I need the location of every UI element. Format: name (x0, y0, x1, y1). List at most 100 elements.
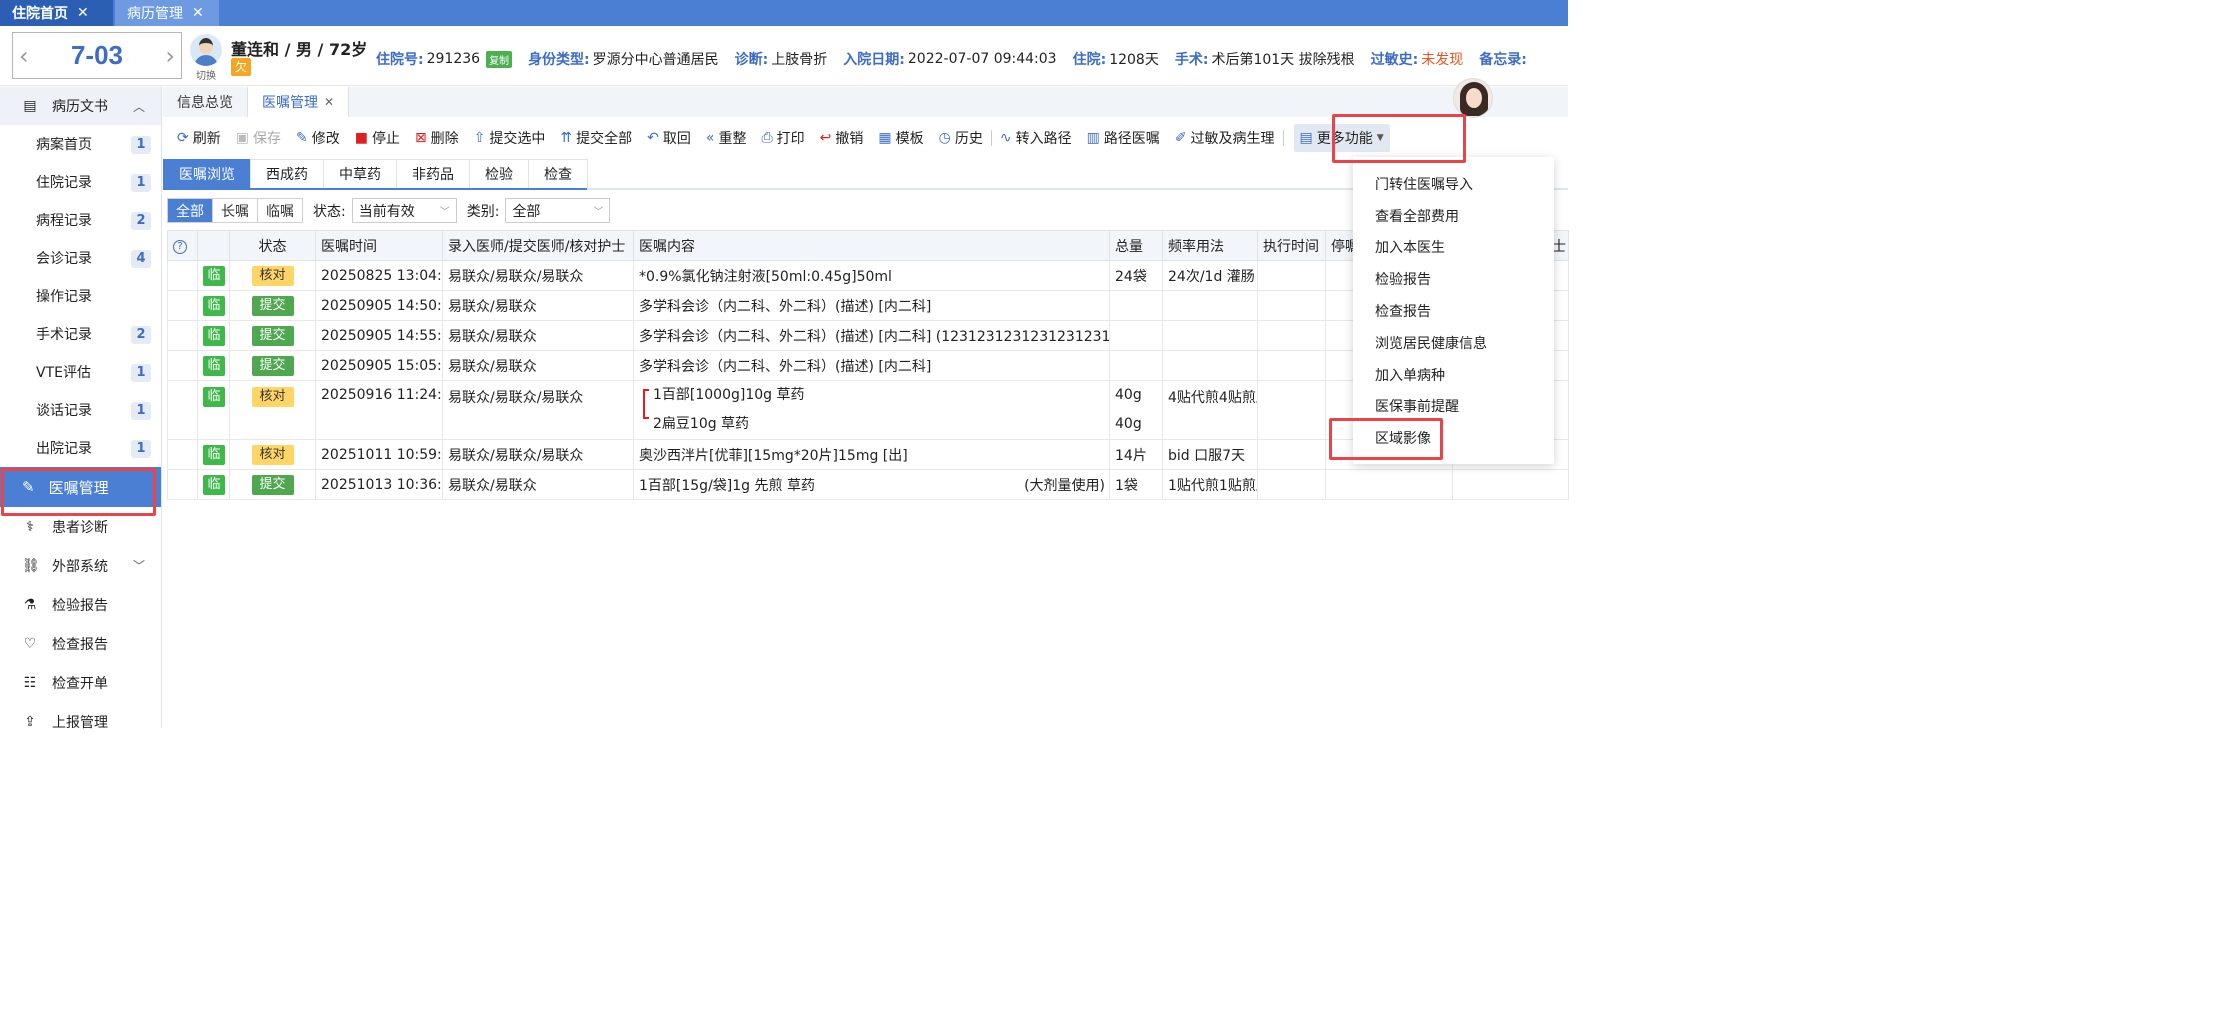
tab-orders[interactable]: 医嘱管理 ✕ (248, 87, 350, 117)
button-label: 转入路径 (1015, 131, 1072, 147)
tab-exam[interactable]: 检查 (528, 159, 588, 188)
chevron-left-icon[interactable]: ‹ (19, 42, 29, 70)
sidebar-item[interactable]: 病程记录 2 (0, 201, 161, 239)
submit-selected-button[interactable]: ⇧ 提交选中 (474, 128, 546, 148)
help-icon[interactable]: ? (173, 240, 187, 254)
column-header[interactable]: 录入医师/提交医师/核对护士 (442, 230, 634, 261)
scope-temporary[interactable]: 临嘱 (258, 199, 302, 222)
count-badge: 1 (131, 174, 151, 192)
delete-button[interactable]: ⊠ 删除 (415, 128, 459, 148)
sidebar-item-lab[interactable]: ⚗ 检验报告 (0, 585, 161, 624)
menu-item-health-info[interactable]: 浏览居民健康信息 (1353, 327, 1554, 359)
menu-item-view-all-fees[interactable]: 查看全部费用 (1353, 200, 1554, 232)
sidebar-item[interactable]: 出院记录 1 (0, 429, 161, 467)
menu-item-single-disease[interactable]: 加入单病种 (1353, 359, 1554, 391)
close-icon[interactable]: ✕ (77, 5, 89, 21)
stop-button[interactable]: ■ 停止 (355, 128, 400, 148)
sidebar-item[interactable]: 操作记录 (0, 277, 161, 315)
history-button[interactable]: ◷ 历史 (939, 128, 983, 148)
sidebar-group-label: 病历文书 (52, 99, 108, 115)
menu-item-regional-imaging[interactable]: 区域影像 (1353, 422, 1554, 454)
list-icon: ☷ (23, 674, 37, 691)
more-functions-button[interactable]: ▤ 更多功能 ▼ (1293, 124, 1390, 152)
submit-all-button[interactable]: ⇈ 提交全部 (560, 128, 632, 148)
sidebar-item-exam-order[interactable]: ☷ 检查开单 (0, 663, 161, 702)
status-select[interactable]: 当前有效 ﹀ (351, 198, 457, 223)
retract-button[interactable]: ↶ 取回 (647, 128, 691, 148)
tab-non-drug[interactable]: 非药品 (396, 159, 470, 188)
top-tab-records[interactable]: 病历管理 ✕ (115, 0, 219, 26)
sidebar-item-report[interactable]: ⇪ 上报管理 (0, 702, 161, 741)
column-header[interactable]: 总量 (1109, 230, 1163, 261)
herbal-line: 1百部[1000g]10g 草药 (653, 387, 805, 403)
help-header[interactable]: ? (167, 230, 198, 261)
sidebar-item-external[interactable]: ⛓ 外部系统 ﹀ (0, 546, 161, 585)
pulse-icon: ∿ (999, 130, 1012, 146)
menu-item-insurance-reminder[interactable]: 医保事前提醒 (1353, 391, 1554, 423)
patient-avatar[interactable] (190, 34, 222, 66)
sidebar-item-exam[interactable]: ♡ 检查报告 (0, 624, 161, 663)
count-badge: 1 (131, 364, 151, 382)
column-header[interactable]: 医嘱时间 (315, 230, 443, 261)
column-header (197, 230, 230, 261)
sidebar-item[interactable]: 住院记录 1 (0, 163, 161, 201)
patient-info-line: 住院号: 291236 复制 身份类型: 罗源分中心普通居民 诊断: 上肢骨折 … (376, 49, 1527, 69)
chevron-down-icon: ﹀ (132, 559, 145, 573)
tab-overview[interactable]: 信息总览 (163, 87, 248, 117)
tab-western-medicine[interactable]: 西成药 (250, 159, 324, 188)
regroup-button[interactable]: «重整 (706, 128, 747, 148)
switch-patient-link[interactable]: 切换 (196, 67, 216, 82)
allergy-pathology-button[interactable]: ✐ 过敏及病生理 (1175, 128, 1275, 148)
status-badge: 核对 (251, 387, 294, 407)
memo-label[interactable]: 备忘录: (1479, 49, 1527, 69)
scope-long-term[interactable]: 长嘱 (213, 199, 258, 222)
order-frequency: 4贴代煎4贴煎服 (1162, 380, 1258, 440)
to-path-button[interactable]: ∿ 转入路径 (1000, 128, 1072, 148)
print-button[interactable]: ⎙ 打印 (761, 128, 804, 148)
column-header[interactable]: 频率用法 (1162, 230, 1258, 261)
sidebar-item-diagnosis[interactable]: ⚕ 患者诊断 (0, 507, 161, 546)
menu-item-lab-report[interactable]: 检验报告 (1353, 263, 1554, 295)
chevron-right-icon[interactable]: › (165, 42, 175, 70)
menu-item-add-doctor[interactable]: 加入本医生 (1353, 232, 1554, 264)
temporary-badge: 临 (203, 444, 225, 465)
copy-button[interactable]: 复制 (486, 50, 513, 68)
tab-browse[interactable]: 医嘱浏览 (163, 159, 251, 188)
type-select[interactable]: 全部 ﹀ (505, 198, 611, 223)
sidebar-item[interactable]: 病案首页 1 (0, 125, 161, 163)
column-header[interactable]: 状态 (229, 230, 316, 261)
order-frequency: bid 口服7天 (1162, 439, 1258, 470)
top-tab-home-label: 住院首页 (12, 6, 68, 22)
menu-item-import-outpatient[interactable]: 门转住医嘱导入 (1353, 168, 1554, 200)
sidebar-item[interactable]: 手术记录 2 (0, 315, 161, 353)
sidebar-item[interactable]: 会诊记录 4 (0, 239, 161, 277)
sidebar-item-label: 谈话记录 (36, 403, 92, 419)
template-button[interactable]: ▦ 模板 (878, 128, 923, 148)
scope-all[interactable]: 全部 (168, 199, 213, 222)
path-orders-button[interactable]: ▥ 路径医嘱 (1087, 128, 1160, 148)
assistant-avatar[interactable] (1453, 78, 1493, 118)
table-row[interactable]: 临 提交 20251013 10:36:18 易联众/易联众 1百部[15g/袋… (167, 469, 1569, 500)
sidebar-item[interactable]: VTE评估 1 (0, 353, 161, 391)
order-time: 20250905 15:05:50 (315, 350, 443, 381)
regroup-icon: « (705, 130, 715, 146)
order-doctors: 易联众/易联众 (442, 290, 634, 321)
column-header[interactable]: 医嘱内容 (633, 230, 1110, 261)
menu-item-exam-report[interactable]: 检查报告 (1353, 295, 1554, 327)
sidebar-item-orders[interactable]: ✎ 医嘱管理 (0, 467, 161, 507)
column-header[interactable]: 执行时间 (1257, 230, 1326, 261)
close-icon[interactable]: ✕ (324, 95, 334, 109)
top-tab-home[interactable]: 住院首页 ✕ (0, 0, 113, 26)
cancel-button[interactable]: ↩ 撤销 (820, 128, 864, 148)
sidebar-item[interactable]: 谈话记录 1 (0, 391, 161, 429)
refresh-button[interactable]: ⟳ 刷新 (177, 128, 221, 148)
status-badge: 核对 (251, 444, 294, 465)
tab-lab[interactable]: 检验 (469, 159, 529, 188)
button-label: 过敏及病生理 (1190, 131, 1275, 147)
save-button[interactable]: ▣ 保存 (236, 128, 281, 148)
close-icon[interactable]: ✕ (192, 5, 204, 21)
top-tab-records-label: 病历管理 (127, 6, 183, 22)
edit-button[interactable]: ✎ 修改 (296, 128, 340, 148)
tab-herbal[interactable]: 中草药 (323, 159, 397, 188)
sidebar-group-records[interactable]: ▤ 病历文书 ︿ (0, 87, 161, 125)
